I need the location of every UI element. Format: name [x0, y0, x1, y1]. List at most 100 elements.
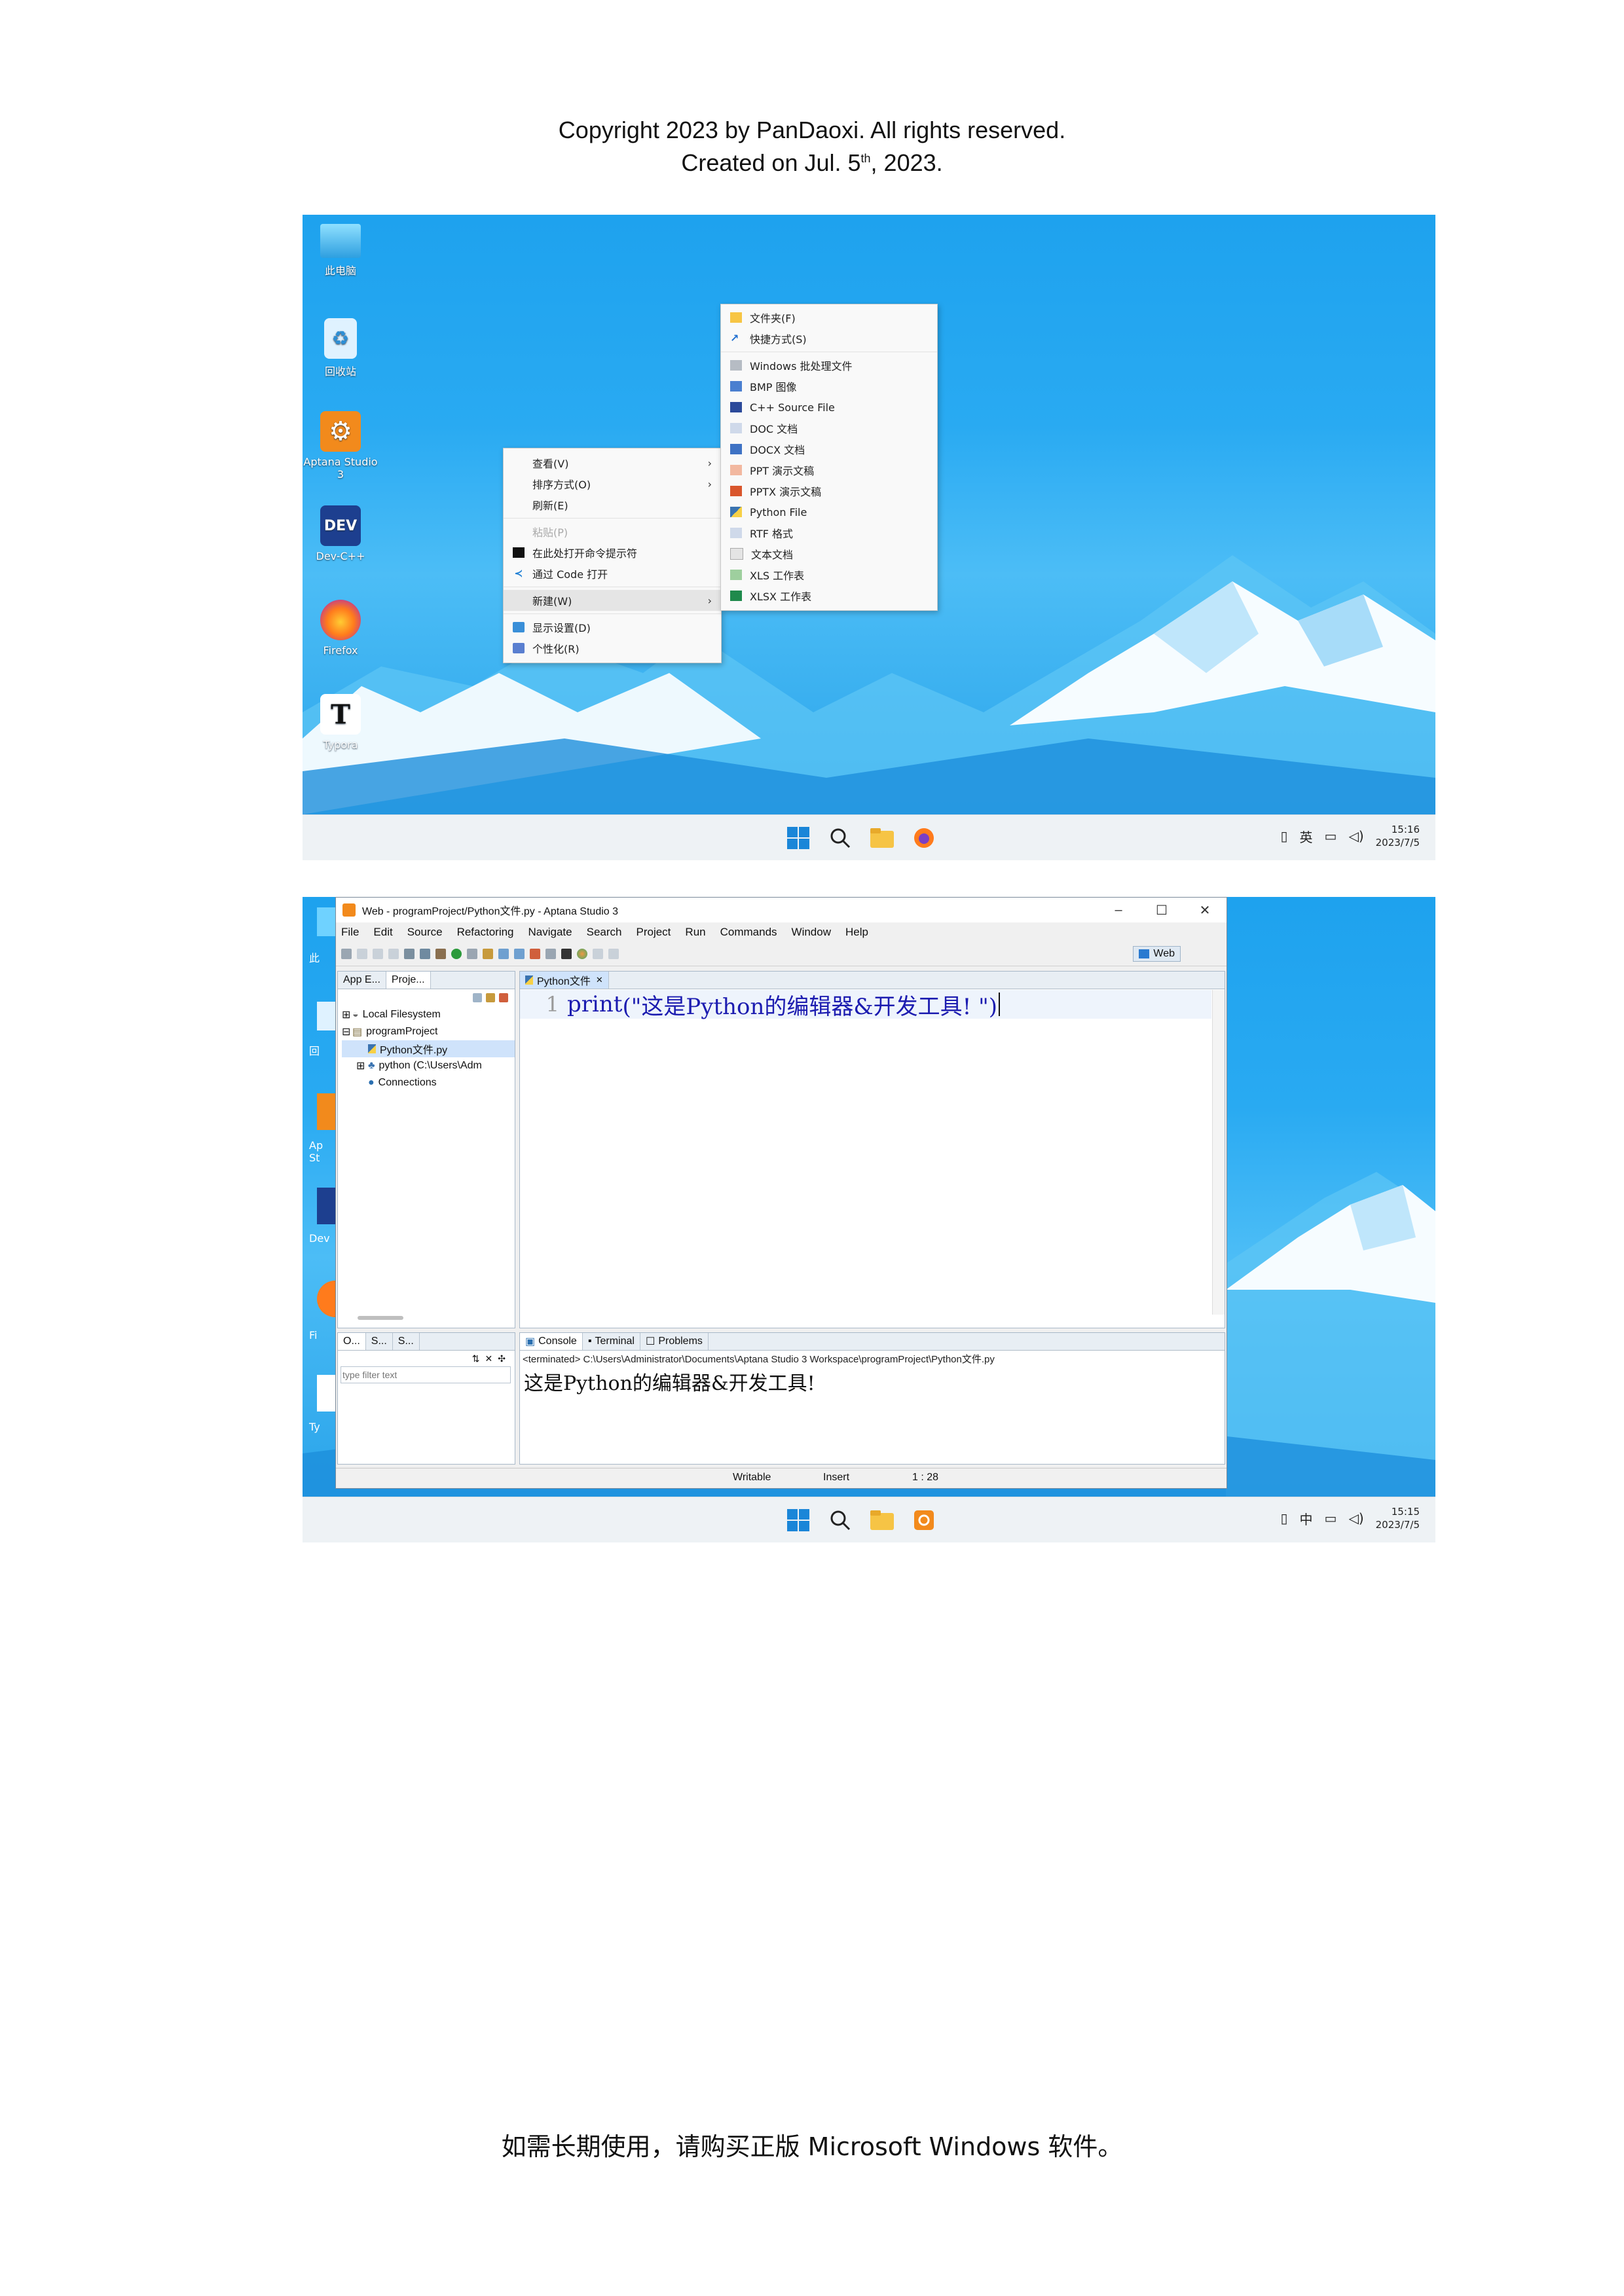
new-python-file-item[interactable]: Python File — [721, 501, 937, 522]
new-folder-item[interactable]: 文件夹(F) — [721, 307, 937, 328]
tab-problems[interactable]: ☐ Problems — [640, 1333, 709, 1350]
tab-snippets[interactable]: S... — [366, 1333, 393, 1350]
tab-python-file[interactable]: Python文件 ✕ — [520, 972, 609, 989]
menu-item-open-terminal[interactable]: 在此处打开命令提示符 — [504, 542, 721, 563]
tab-outline[interactable]: O... — [338, 1333, 366, 1350]
menu-item-new[interactable]: 新建(W) › — [504, 590, 721, 611]
horizontal-scrollbar[interactable] — [358, 1316, 403, 1320]
delete-icon[interactable]: ✕ — [485, 1353, 493, 1364]
menu-project[interactable]: Project — [637, 926, 671, 939]
sort-icon[interactable]: ⇅ — [472, 1353, 480, 1364]
menu-item-open-vscode[interactable]: ≺ 通过 Code 打开 — [504, 563, 721, 584]
start-button[interactable] — [784, 1506, 812, 1534]
new-docx-item[interactable]: DOCX 文档 — [721, 439, 937, 460]
prev-icon[interactable] — [593, 949, 603, 959]
desktop-icon-devcpp[interactable]: DEV Dev-C++ — [303, 505, 380, 562]
new-xls-item[interactable]: XLS 工作表 — [721, 564, 937, 585]
tab-samples[interactable]: S... — [393, 1333, 420, 1350]
expand-all-icon[interactable]: ✣ — [498, 1353, 506, 1364]
save-all-icon[interactable] — [373, 949, 383, 959]
volume-icon[interactable]: ◁) — [1348, 1510, 1363, 1526]
menu-edit[interactable]: Edit — [373, 926, 392, 939]
tree-item-local-filesystem[interactable]: ⊞ ◒ Local Filesystem — [342, 1006, 515, 1023]
tree-item-python-interpreter[interactable]: ⊞ ♣ python (C:\Users\Adm — [342, 1057, 515, 1074]
layout2-icon[interactable] — [514, 949, 525, 959]
deploy-icon[interactable] — [404, 949, 415, 959]
tree-item-connections[interactable]: ● Connections — [342, 1074, 515, 1091]
menu-help[interactable]: Help — [845, 926, 868, 939]
tree-item-project[interactable]: ⊟ ▤ programProject — [342, 1023, 515, 1040]
menu-file[interactable]: File — [341, 926, 359, 939]
new-rtf-item[interactable]: RTF 格式 — [721, 522, 937, 543]
filter-input[interactable] — [341, 1366, 511, 1383]
battery-icon[interactable]: ▯ — [1281, 828, 1288, 844]
browser-icon[interactable] — [577, 949, 587, 959]
menu-search[interactable]: Search — [587, 926, 622, 939]
new-ppt-item[interactable]: PPT 演示文稿 — [721, 460, 937, 481]
tab-project-explorer[interactable]: Proje... — [386, 972, 431, 989]
search-button[interactable] — [826, 824, 854, 852]
close-tab-icon[interactable]: ✕ — [596, 975, 603, 985]
link-icon[interactable] — [486, 993, 495, 1002]
search-button[interactable] — [826, 1506, 854, 1534]
aptana-taskbar-button[interactable] — [910, 1506, 938, 1534]
menu-refactoring[interactable]: Refactoring — [457, 926, 514, 939]
new-shortcut-item[interactable]: ↗ 快捷方式(S) — [721, 328, 937, 349]
home-icon[interactable] — [530, 949, 540, 959]
start-button[interactable] — [784, 824, 812, 852]
perspective-web-button[interactable]: Web — [1133, 946, 1181, 962]
window-titlebar[interactable]: Web - programProject/Python文件.py - Aptan… — [336, 898, 1227, 922]
file-explorer-button[interactable] — [868, 824, 896, 852]
ime-indicator[interactable]: 中 — [1300, 1509, 1313, 1528]
volume-icon[interactable]: ◁) — [1348, 828, 1363, 844]
run-icon[interactable] — [451, 949, 462, 959]
tab-app-explorer[interactable]: App E... — [338, 972, 386, 989]
tab-terminal[interactable]: ▪ Terminal — [583, 1333, 640, 1350]
tree-item-python-file[interactable]: Python文件.py — [342, 1040, 515, 1057]
new-pptx-item[interactable]: PPTX 演示文稿 — [721, 481, 937, 501]
console-icon[interactable] — [561, 949, 572, 959]
menu-item-sort[interactable]: 排序方式(O) › — [504, 473, 721, 494]
new-bmp-item[interactable]: BMP 图像 — [721, 376, 937, 397]
code-line-1[interactable]: 1 print ("这是Python的编辑器&开发工具! ") — [520, 990, 1211, 1020]
menu-run[interactable]: Run — [685, 926, 705, 939]
desktop-icon-firefox[interactable]: Firefox — [303, 600, 380, 657]
menu-item-refresh[interactable]: 刷新(E) — [504, 494, 721, 515]
brush-icon[interactable] — [483, 949, 493, 959]
desktop-icon-aptana[interactable]: ⚙ Aptana Studio 3 — [303, 411, 380, 481]
network-icon[interactable]: ▭ — [1325, 1510, 1337, 1526]
new-cpp-item[interactable]: C++ Source File — [721, 397, 937, 418]
new-batch-file-item[interactable]: Windows 批处理文件 — [721, 355, 937, 376]
debug-icon[interactable] — [435, 949, 446, 959]
ime-indicator[interactable]: 英 — [1300, 827, 1313, 846]
menu-item-display-settings[interactable]: 显示设置(D) — [504, 617, 721, 638]
print-icon[interactable] — [388, 949, 399, 959]
new-xlsx-item[interactable]: XLSX 工作表 — [721, 585, 937, 606]
firefox-taskbar-button[interactable] — [910, 824, 938, 852]
menu-item-view[interactable]: 查看(V) › — [504, 452, 721, 473]
layout-icon[interactable] — [498, 949, 509, 959]
menu-navigate[interactable]: Navigate — [528, 926, 572, 939]
vertical-scrollbar[interactable] — [1212, 990, 1225, 1315]
new-icon[interactable] — [341, 949, 352, 959]
network-icon[interactable]: ▭ — [1325, 828, 1337, 844]
menu-commands[interactable]: Commands — [720, 926, 777, 939]
terminal-icon[interactable] — [545, 949, 556, 959]
desktop-icon-typora[interactable]: T Typora — [303, 694, 380, 751]
menu-item-personalize[interactable]: 个性化(R) — [504, 638, 721, 659]
next-icon[interactable] — [608, 949, 619, 959]
open-icon[interactable] — [467, 949, 477, 959]
new-doc-item[interactable]: DOC 文档 — [721, 418, 937, 439]
file-explorer-button[interactable] — [868, 1506, 896, 1534]
maximize-icon[interactable]: ☐ — [1140, 898, 1183, 922]
clock[interactable]: 15:16 2023/7/5 — [1376, 823, 1420, 849]
collapse-icon[interactable] — [473, 993, 482, 1002]
clock[interactable]: 15:15 2023/7/5 — [1376, 1505, 1420, 1531]
menu-window[interactable]: Window — [792, 926, 831, 939]
battery-icon[interactable]: ▯ — [1281, 1510, 1288, 1526]
desktop-icon-recycle-bin[interactable]: ♻ 回收站 — [303, 318, 380, 378]
view-menu-icon[interactable] — [499, 993, 508, 1002]
minimize-icon[interactable]: – — [1097, 898, 1140, 922]
build-icon[interactable] — [420, 949, 430, 959]
save-icon[interactable] — [357, 949, 367, 959]
